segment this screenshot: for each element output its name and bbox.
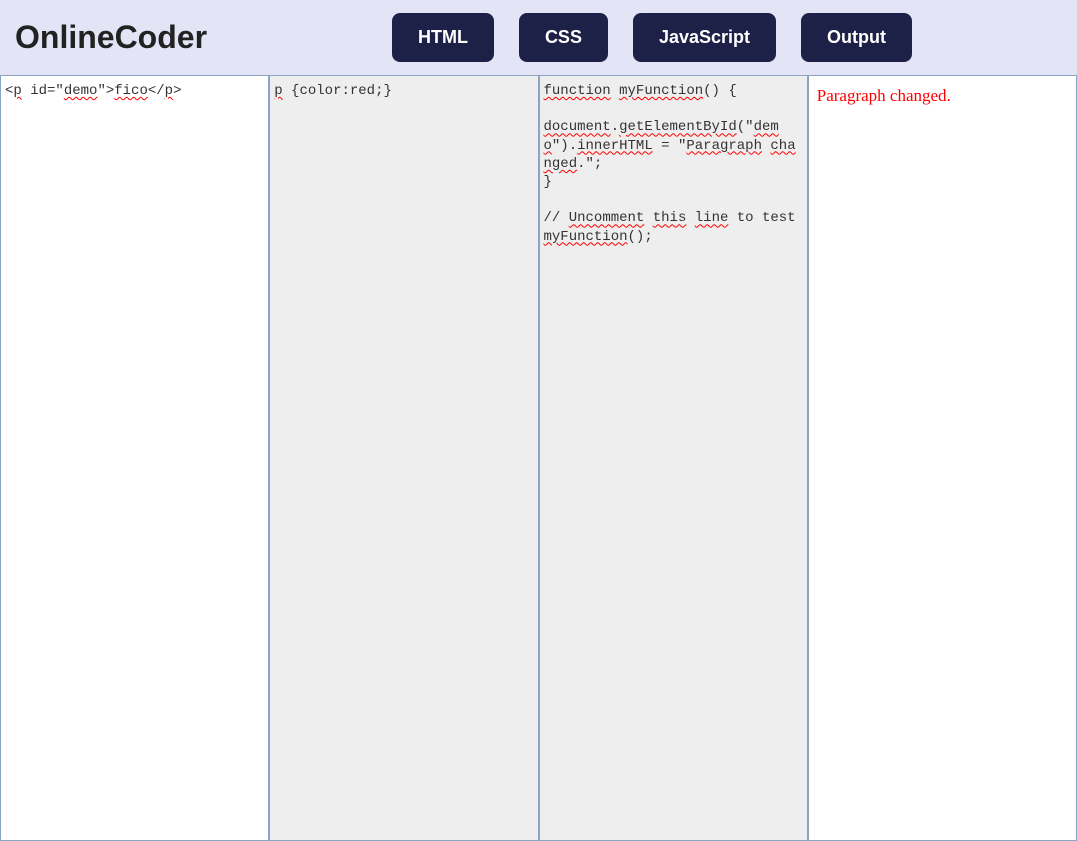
output-content: Paragraph changed. — [809, 76, 1076, 116]
javascript-panel: function myFunction() { document.getElem… — [539, 75, 808, 841]
css-panel: p {color:red;} — [269, 75, 538, 841]
app-title: OnlineCoder — [15, 19, 207, 56]
header-bar: OnlineCoder HTML CSS JavaScript Output — [0, 0, 1077, 75]
javascript-editor[interactable]: function myFunction() { document.getElem… — [540, 76, 807, 840]
html-panel: <p id="demo">fico</p> — [0, 75, 269, 841]
html-editor[interactable]: <p id="demo">fico</p> — [1, 76, 268, 840]
output-tab-button[interactable]: Output — [801, 13, 912, 62]
editor-panels: <p id="demo">fico</p> p {color:red;} fun… — [0, 75, 1077, 841]
tab-button-group: HTML CSS JavaScript Output — [392, 13, 912, 62]
output-panel: Paragraph changed. — [808, 75, 1077, 841]
html-tab-button[interactable]: HTML — [392, 13, 494, 62]
css-editor[interactable]: p {color:red;} — [270, 76, 537, 840]
css-tab-button[interactable]: CSS — [519, 13, 608, 62]
javascript-tab-button[interactable]: JavaScript — [633, 13, 776, 62]
